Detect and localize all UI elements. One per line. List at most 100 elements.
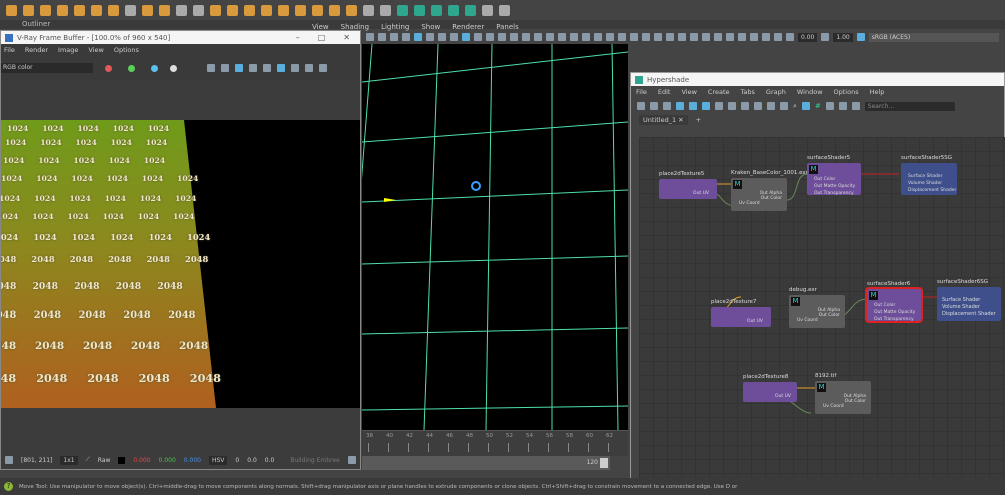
- port-out-uv[interactable]: Out UV: [743, 382, 797, 399]
- tool-icon[interactable]: [510, 33, 518, 41]
- zoom-dropdown[interactable]: 1x1: [60, 455, 78, 465]
- port-out-uv[interactable]: Out UV: [711, 307, 771, 324]
- hs-menu-help[interactable]: Help: [870, 88, 885, 96]
- node-file-kraken[interactable]: Kraken_BaseColor_1001.exr M Out Alpha Ou…: [731, 170, 808, 211]
- blue-channel-button[interactable]: [151, 64, 158, 72]
- node-file-8192[interactable]: 8192.tif M Out Alpha Out Color Uv Coord: [815, 373, 871, 414]
- pin-icon[interactable]: [825, 102, 834, 110]
- viewport-menu-lighting[interactable]: Lighting: [381, 23, 409, 31]
- hs-menu-options[interactable]: Options: [834, 88, 859, 96]
- node-place2dtexture5[interactable]: place2dTexture5 Out UV: [659, 171, 717, 199]
- viewport-menu-show[interactable]: Show: [421, 23, 440, 31]
- shelf-icon[interactable]: [295, 4, 306, 16]
- graph-input-icon[interactable]: [637, 102, 645, 110]
- custom-view-icon[interactable]: [780, 102, 788, 110]
- tool-icon[interactable]: [678, 33, 686, 41]
- tool-icon[interactable]: [534, 33, 542, 41]
- range-handle[interactable]: [600, 458, 608, 468]
- tool-icon[interactable]: [522, 33, 530, 41]
- port-uv-coord[interactable]: Uv Coord: [731, 201, 787, 206]
- shelf-icon[interactable]: [431, 4, 442, 16]
- viewport-3d[interactable]: [362, 44, 628, 430]
- rendered-image[interactable]: 1024 1024 1024 1024 1024 1024 1024 1024 1024 1024…: [1, 120, 360, 408]
- shelf-icon[interactable]: [193, 4, 204, 16]
- hypershade-search-input[interactable]: Search...: [864, 101, 955, 111]
- shelf-icon[interactable]: [329, 4, 340, 16]
- grid-icon[interactable]: #: [815, 102, 821, 110]
- tool-icon[interactable]: [762, 33, 770, 41]
- tool-icon[interactable]: [582, 33, 590, 41]
- camera-icon[interactable]: [838, 102, 847, 110]
- tool-icon[interactable]: [486, 33, 494, 41]
- graph-io-icon[interactable]: [650, 102, 658, 110]
- port-out-transparency[interactable]: Out Transparency: [867, 316, 921, 323]
- tool-icon[interactable]: [630, 33, 638, 41]
- red-channel-button[interactable]: [105, 64, 112, 72]
- tool-icon[interactable]: [594, 33, 602, 41]
- hs-menu-create[interactable]: Create: [708, 88, 730, 96]
- range-end[interactable]: 120: [587, 459, 598, 466]
- hs-menu-view[interactable]: View: [681, 88, 696, 96]
- color-management-icon[interactable]: [856, 33, 865, 41]
- tool-icon[interactable]: [774, 33, 782, 41]
- tool-icon[interactable]: [402, 33, 410, 41]
- camera-icon[interactable]: [378, 33, 386, 41]
- shelf-icon[interactable]: [346, 4, 357, 16]
- port-out-color[interactable]: Out Color: [807, 176, 861, 183]
- node-surfaceshader5sg[interactable]: surfaceShader5SG Surface Shader Volume S…: [901, 155, 957, 195]
- tab-untitled[interactable]: Untitled_1 ✕: [639, 115, 688, 125]
- time-slider[interactable]: 38 40 42 44 46 48 50 52 54 56 58 60 62: [362, 430, 628, 456]
- hs-menu-edit[interactable]: Edit: [658, 88, 671, 96]
- tool-icon[interactable]: [618, 33, 626, 41]
- port-uv-coord[interactable]: Uv Coord: [815, 404, 871, 409]
- port-surface-shader[interactable]: Surface Shader: [901, 173, 957, 180]
- add-icon[interactable]: [689, 102, 697, 110]
- shelf-icon[interactable]: [278, 4, 289, 16]
- vfb-menu-render[interactable]: Render: [25, 46, 48, 54]
- port-out-color[interactable]: Out Color: [867, 302, 921, 309]
- tool-icon[interactable]: [714, 33, 722, 41]
- shelf-icon[interactable]: [125, 4, 136, 16]
- layout-icon[interactable]: [676, 102, 684, 110]
- port-volume-shader[interactable]: Volume Shader: [901, 180, 957, 187]
- shelf-icon[interactable]: [210, 4, 221, 16]
- add-tab-button[interactable]: +: [696, 116, 701, 124]
- green-channel-button[interactable]: [128, 64, 135, 72]
- connected-view-icon[interactable]: [754, 102, 762, 110]
- node-file-debug[interactable]: debug.exr M Out Alpha Out Color Uv Coord: [789, 287, 845, 328]
- gamma-field[interactable]: 1.00: [833, 32, 853, 42]
- full-view-icon[interactable]: [767, 102, 775, 110]
- port-out-uv[interactable]: Out UV: [659, 179, 717, 196]
- alpha-channel-button[interactable]: [170, 64, 177, 72]
- port-displacement-shader[interactable]: Displacement Shader: [901, 187, 957, 194]
- log-icon[interactable]: [348, 456, 356, 464]
- port-surface-shader[interactable]: Surface Shader: [937, 297, 1001, 304]
- shelf-icon[interactable]: [176, 4, 187, 16]
- shelf-icon[interactable]: [40, 4, 51, 16]
- tool-icon[interactable]: [738, 33, 746, 41]
- node-surfaceshader6sg[interactable]: surfaceShader6SG Surface Shader Volume S…: [937, 279, 1001, 321]
- save-icon[interactable]: [207, 64, 215, 72]
- port-out-matte-opacity[interactable]: Out Matte Opacity: [867, 309, 921, 316]
- shelf-icon[interactable]: [91, 4, 102, 16]
- channel-dropdown[interactable]: RGB color: [1, 63, 93, 73]
- tool-icon[interactable]: [498, 33, 506, 41]
- color-picker-icon[interactable]: ⟋: [86, 456, 90, 464]
- close-icon[interactable]: ✕: [343, 33, 350, 42]
- shelf-icon[interactable]: [414, 4, 425, 16]
- camera-icon[interactable]: [366, 33, 374, 41]
- shelf-icon[interactable]: [261, 4, 272, 16]
- vfb-menu-options[interactable]: Options: [114, 46, 139, 54]
- tool-icon[interactable]: [750, 33, 758, 41]
- track-mouse-icon[interactable]: [277, 64, 285, 72]
- hs-menu-file[interactable]: File: [636, 88, 647, 96]
- tool-icon[interactable]: [546, 33, 554, 41]
- vfb-menu-file[interactable]: File: [4, 46, 15, 54]
- tool-icon[interactable]: [390, 33, 398, 41]
- tool-icon[interactable]: [438, 33, 446, 41]
- exposure-field[interactable]: 0.00: [798, 32, 818, 42]
- shaded-icon[interactable]: [462, 33, 470, 41]
- minimize-icon[interactable]: –: [296, 33, 300, 42]
- tool-icon[interactable]: [606, 33, 614, 41]
- node-graph[interactable]: place2dTexture5 Out UV Kraken_BaseColor_…: [639, 137, 1005, 481]
